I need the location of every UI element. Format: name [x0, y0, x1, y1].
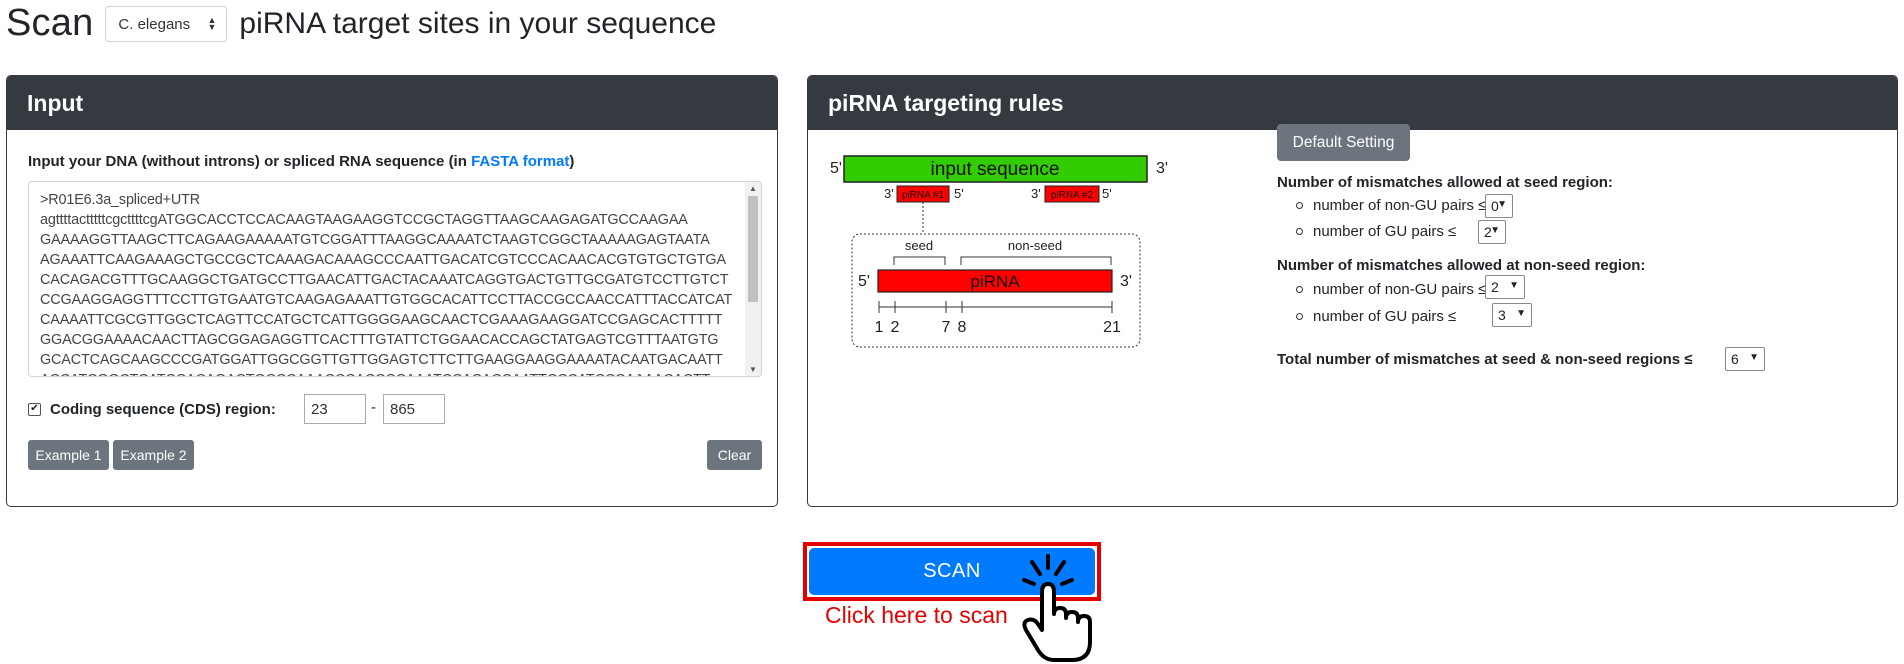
nonseed-non-gu-value: 2	[1491, 279, 1499, 295]
bullet-icon	[1296, 228, 1303, 235]
position-7: 7	[942, 319, 951, 336]
position-2: 2	[891, 319, 900, 336]
species-select[interactable]: C. elegans ▲ ▼	[105, 6, 228, 42]
cds-end-input[interactable]: 865	[383, 394, 445, 424]
sequence-line: agttttactttttcgcttttcgATGGCACCTCCACAAGTA…	[40, 212, 688, 228]
bullet-icon	[1296, 313, 1303, 320]
nonseed-non-gu-label: number of non-GU pairs ≤	[1313, 281, 1487, 298]
nonseed-non-gu-select[interactable]: 2 ▼	[1485, 275, 1525, 299]
dropdown-triangle-icon: ▼	[1497, 199, 1507, 210]
pirna1-3prime: 3'	[884, 186, 894, 201]
pirna2-label: piRNA #2	[1051, 190, 1094, 201]
seed-gu-select[interactable]: 2 ▼	[1478, 220, 1506, 244]
sequence-text: >R01E6.3a_spliced+UTR agttttactttttcgcttt…	[40, 190, 740, 376]
example-2-button[interactable]: Example 2	[113, 440, 194, 470]
nonseed-mismatch-heading: Number of mismatches allowed at non-seed…	[1277, 257, 1646, 274]
sequence-line: ACCATCGGCTCATCCACAGACTGCCCAAACCCACCCCAAA…	[40, 370, 740, 376]
select-arrows-icon: ▲ ▼	[207, 15, 217, 32]
pirna1-5prime: 5'	[954, 186, 964, 201]
pirna2-5prime: 5'	[1102, 186, 1112, 201]
pirna-3prime: 3'	[1120, 273, 1132, 290]
pirna2-3prime: 3'	[1031, 186, 1041, 201]
seed-gu-label: number of GU pairs ≤	[1313, 223, 1457, 240]
scroll-down-icon[interactable]: ▼	[745, 365, 761, 374]
page-title: piRNA target sites in your sequence	[239, 7, 717, 40]
total-mismatch-label: Total number of mismatches at seed & non…	[1277, 351, 1693, 368]
bullet-icon	[1296, 202, 1303, 209]
dropdown-triangle-icon: ▼	[1749, 352, 1759, 363]
input-card-header: Input	[7, 76, 777, 130]
cds-range-dash: -	[371, 399, 376, 416]
cds-row: ✔ Coding sequence (CDS) region:	[28, 394, 276, 424]
seed-label: seed	[905, 238, 933, 253]
sequence-input-label: Input your DNA (without introns) or spli…	[28, 153, 574, 170]
page-title-scan: Scan	[6, 1, 94, 44]
sequence-line: AGAAATTCAAGAAAGCTGCCGCTCAAAGACAAAGCCCAAT…	[40, 252, 726, 268]
nonseed-gu-row: number of GU pairs ≤	[1296, 308, 1456, 325]
sequence-line: GGACGGAAAACAACTTAGCGGAGAGGTTCACTTTGTATTC…	[40, 332, 719, 348]
total-mismatch-select[interactable]: 6 ▼	[1725, 347, 1765, 371]
dropdown-triangle-icon: ▼	[1509, 280, 1519, 291]
scrollbar-thumb[interactable]	[748, 196, 758, 302]
sequence-label-text: Input your DNA (without introns) or spli…	[28, 153, 472, 170]
scan-hint: Click here to scan	[825, 602, 1008, 628]
seed-non-gu-label: number of non-GU pairs ≤	[1313, 197, 1487, 214]
scroll-up-icon[interactable]: ▲	[745, 184, 761, 193]
cds-start-input[interactable]: 23	[304, 394, 366, 424]
cds-checkbox[interactable]: ✔	[28, 402, 41, 416]
dropdown-triangle-icon: ▼	[1516, 308, 1526, 319]
pirna-5prime: 5'	[858, 273, 870, 290]
sequence-line: GAAAAGGTTAAGCTTCAGAAGAAAAATGTCGGATTTAAGG…	[40, 232, 710, 248]
pirna-bar-label: piRNA	[970, 272, 1020, 291]
pirna1-label: piRNA #1	[902, 190, 945, 201]
dropdown-triangle-icon: ▼	[1490, 225, 1500, 236]
checkbox-checked-icon: ✔	[30, 403, 39, 414]
non-seed-bracket	[960, 256, 1112, 265]
nonseed-non-gu-row: number of non-GU pairs ≤	[1296, 281, 1486, 298]
diagram-5prime-top: 5'	[830, 160, 842, 177]
example-1-button[interactable]: Example 1	[28, 440, 109, 470]
sequence-label-suffix: )	[569, 153, 575, 170]
input-sequence-label: input sequence	[931, 159, 1060, 180]
sequence-line: CACAGACGTTTGCAAGGCTGATGCCTTGAACATTGACTAC…	[40, 272, 729, 288]
pointing-hand-icon	[1022, 554, 1092, 662]
sequence-line: >R01E6.3a_spliced+UTR	[40, 192, 201, 208]
clear-button[interactable]: Clear	[707, 440, 762, 470]
cds-label: Coding sequence (CDS) region:	[50, 400, 276, 418]
targeting-diagram: 5' input sequence 3' 3' piRNA #1 5' 3' p…	[830, 155, 1168, 348]
input-card: Input Input your DNA (without introns) o…	[6, 75, 778, 507]
sequence-textarea[interactable]: >R01E6.3a_spliced+UTR agttttactttttcgcttt…	[28, 181, 762, 377]
sequence-line: GCACTCAGCAAGCCCGATGGATTGGCGGTTGTTGGAGTCT…	[40, 352, 723, 368]
seed-bracket	[893, 256, 946, 265]
page-header: Scan C. elegans ▲ ▼ piRNA target sites in…	[6, 0, 716, 46]
nonseed-gu-value: 3	[1498, 307, 1506, 323]
total-mismatch-value: 6	[1731, 351, 1739, 367]
sequence-line: CCGAAGGAGGTTTCCTTGTGAATGTCAAGAGAAATTGTGG…	[40, 292, 733, 308]
sequence-scrollbar[interactable]: ▲ ▼	[745, 182, 761, 376]
seed-non-gu-row: number of non-GU pairs ≤	[1296, 197, 1486, 214]
species-select-value: C. elegans	[118, 15, 191, 33]
position-1: 1	[875, 319, 884, 336]
position-21: 21	[1103, 319, 1121, 336]
rules-card-header: piRNA targeting rules	[808, 76, 1897, 130]
seed-gu-row: number of GU pairs ≤	[1296, 223, 1456, 240]
bullet-icon	[1296, 286, 1303, 293]
nonseed-gu-select[interactable]: 3 ▼	[1492, 303, 1532, 327]
sequence-line: CAAAATTCGCGTTGGCTCAGTTCCATGCTCATTGGGGAAG…	[40, 312, 723, 328]
seed-non-gu-select[interactable]: 0 ▼	[1485, 194, 1513, 218]
diagram-3prime-top: 3'	[1156, 160, 1168, 177]
rules-card: piRNA targeting rules 5' input sequence …	[807, 75, 1898, 507]
non-seed-label: non-seed	[1008, 238, 1062, 253]
position-8: 8	[958, 319, 967, 336]
default-setting-button[interactable]: Default Setting	[1277, 124, 1410, 161]
nonseed-gu-label: number of GU pairs ≤	[1313, 308, 1457, 325]
seed-mismatch-heading: Number of mismatches allowed at seed reg…	[1277, 174, 1613, 191]
fasta-format-link[interactable]: FASTA format	[471, 153, 569, 170]
